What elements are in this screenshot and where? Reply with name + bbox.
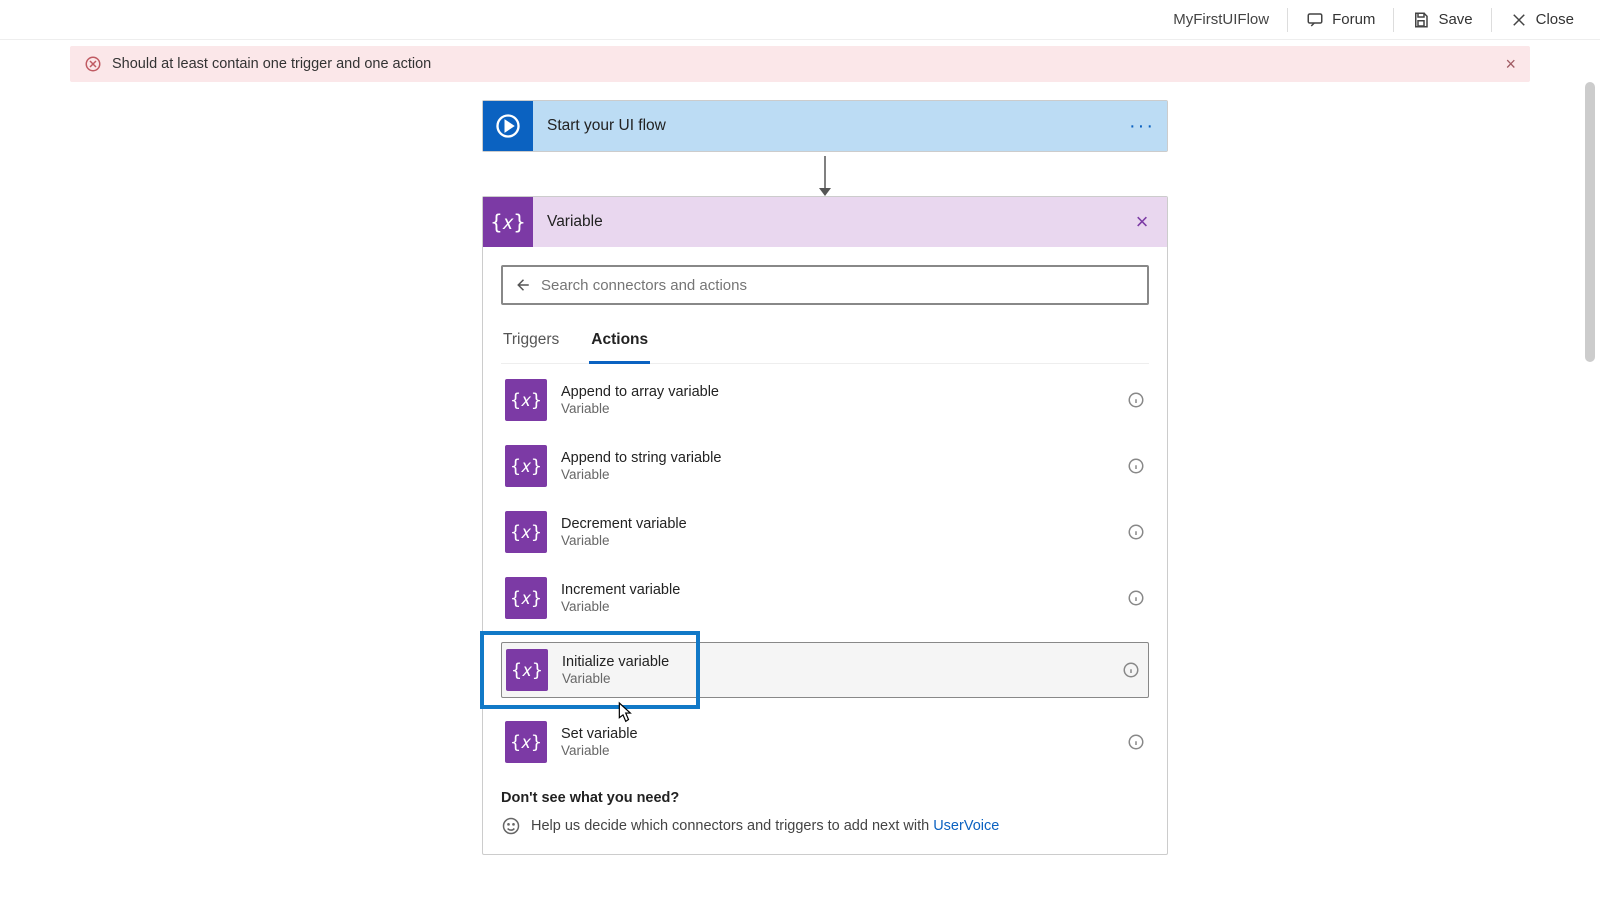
action-initialize-variable[interactable]: {𝑥} Initialize variable Variable <box>501 642 1149 698</box>
tab-actions[interactable]: Actions <box>589 321 650 364</box>
variable-icon: {𝑥} <box>505 577 547 619</box>
card-menu-button[interactable]: ··· <box>1117 115 1167 138</box>
flow-arrow <box>824 158 826 190</box>
action-increment-variable[interactable]: {𝑥} Increment variable Variable <box>501 576 1149 620</box>
save-icon <box>1412 11 1430 29</box>
action-name: Append to string variable <box>561 450 1113 466</box>
uservoice-link[interactable]: UserVoice <box>933 818 999 834</box>
variable-card-title: Variable <box>533 213 1117 231</box>
variable-icon: {𝑥} <box>483 197 533 247</box>
action-subtitle: Variable <box>561 401 1113 416</box>
action-subtitle: Variable <box>561 599 1113 614</box>
action-append-to-string-variable[interactable]: {𝑥} Append to string variable Variable <box>501 444 1149 488</box>
vertical-scrollbar[interactable] <box>1582 82 1598 880</box>
info-icon[interactable] <box>1127 589 1145 607</box>
scroll-thumb[interactable] <box>1585 82 1595 362</box>
comment-icon <box>1306 11 1324 29</box>
forum-label: Forum <box>1332 11 1375 28</box>
action-search-box[interactable] <box>501 265 1149 305</box>
back-arrow-icon[interactable] <box>513 276 531 294</box>
top-toolbar: MyFirstUIFlow Forum Save Close <box>0 0 1600 40</box>
close-label: Close <box>1536 11 1574 28</box>
play-icon <box>483 101 533 151</box>
footer-help-text: Help us decide which connectors and trig… <box>531 818 999 834</box>
action-subtitle: Variable <box>561 533 1113 548</box>
action-name: Initialize variable <box>562 654 1108 670</box>
forum-button[interactable]: Forum <box>1288 0 1393 40</box>
flow-canvas: Start your UI flow ··· {𝑥} Variable × Tr… <box>70 82 1580 900</box>
action-name: Decrement variable <box>561 516 1113 532</box>
info-icon[interactable] <box>1122 661 1140 679</box>
card-close-button[interactable]: × <box>1117 209 1167 235</box>
start-flow-card[interactable]: Start your UI flow ··· <box>482 100 1168 152</box>
action-set-variable[interactable]: {𝑥} Set variable Variable <box>501 720 1149 764</box>
info-icon[interactable] <box>1127 523 1145 541</box>
action-decrement-variable[interactable]: {𝑥} Decrement variable Variable <box>501 510 1149 554</box>
tab-triggers[interactable]: Triggers <box>501 321 561 363</box>
picker-footer: Don't see what you need? Help us decide … <box>501 790 1149 836</box>
action-name: Increment variable <box>561 582 1113 598</box>
action-name: Set variable <box>561 726 1113 742</box>
variable-icon: {𝑥} <box>506 649 548 691</box>
variable-icon: {𝑥} <box>505 379 547 421</box>
info-icon[interactable] <box>1127 733 1145 751</box>
variable-icon: {𝑥} <box>505 511 547 553</box>
action-name: Append to array variable <box>561 384 1113 400</box>
smiley-icon <box>501 816 521 836</box>
flow-name-label: MyFirstUIFlow <box>1155 11 1287 28</box>
picker-tabs: Triggers Actions <box>501 321 1149 364</box>
footer-question: Don't see what you need? <box>501 790 1149 806</box>
close-icon <box>1510 11 1528 29</box>
info-icon[interactable] <box>1127 391 1145 409</box>
variable-action-picker: {𝑥} Variable × Triggers Actions {𝑥} Appe… <box>482 196 1168 855</box>
save-label: Save <box>1438 11 1472 28</box>
error-message: Should at least contain one trigger and … <box>112 56 431 72</box>
variable-icon: {𝑥} <box>505 445 547 487</box>
error-banner: Should at least contain one trigger and … <box>70 46 1530 82</box>
start-card-title: Start your UI flow <box>533 117 1117 135</box>
close-button[interactable]: Close <box>1492 0 1592 40</box>
search-input[interactable] <box>541 277 1137 294</box>
action-append-to-array-variable[interactable]: {𝑥} Append to array variable Variable <box>501 378 1149 422</box>
action-subtitle: Variable <box>562 671 1108 686</box>
info-icon[interactable] <box>1127 457 1145 475</box>
error-icon <box>84 55 102 73</box>
action-list: {𝑥} Append to array variable Variable {𝑥… <box>501 378 1149 764</box>
variable-icon: {𝑥} <box>505 721 547 763</box>
action-subtitle: Variable <box>561 467 1113 482</box>
error-dismiss-button[interactable]: × <box>1505 54 1516 75</box>
action-subtitle: Variable <box>561 743 1113 758</box>
save-button[interactable]: Save <box>1394 0 1490 40</box>
